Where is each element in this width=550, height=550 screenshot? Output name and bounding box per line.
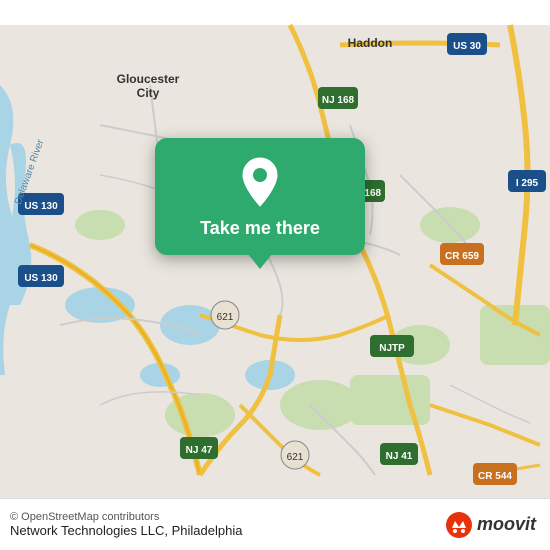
svg-text:CR 659: CR 659: [445, 251, 479, 262]
location-pin-icon: [238, 156, 282, 208]
svg-text:US 130: US 130: [24, 273, 58, 284]
moovit-brand-icon: [445, 511, 473, 539]
svg-text:621: 621: [287, 452, 304, 463]
svg-text:US 30: US 30: [453, 41, 481, 52]
location-icon-wrapper: [234, 156, 286, 208]
svg-text:CR 544: CR 544: [478, 471, 512, 482]
copyright-text: © OpenStreetMap contributors: [10, 511, 242, 523]
svg-text:US 130: US 130: [24, 201, 58, 212]
map-container: US 30 NJ 168 NJ 168 US 130 US 130 I 295 …: [0, 0, 550, 550]
map-svg: US 30 NJ 168 NJ 168 US 130 US 130 I 295 …: [0, 0, 550, 550]
moovit-brand-text: moovit: [477, 514, 536, 535]
svg-text:Haddon: Haddon: [348, 36, 393, 50]
popup-card[interactable]: Take me there: [155, 138, 365, 255]
bottom-left: © OpenStreetMap contributors Network Tec…: [10, 511, 242, 538]
take-me-there-button[interactable]: Take me there: [200, 218, 320, 239]
svg-text:I 295: I 295: [516, 178, 539, 189]
svg-text:621: 621: [217, 312, 234, 323]
svg-text:NJ 168: NJ 168: [322, 95, 355, 106]
svg-text:NJ 47: NJ 47: [186, 445, 213, 456]
svg-text:NJ 41: NJ 41: [386, 451, 413, 462]
location-name: Network Technologies LLC, Philadelphia: [10, 523, 242, 538]
bottom-bar: © OpenStreetMap contributors Network Tec…: [0, 498, 550, 550]
svg-text:City: City: [137, 86, 160, 100]
svg-text:NJTP: NJTP: [379, 343, 405, 354]
svg-text:Gloucester: Gloucester: [117, 72, 180, 86]
moovit-logo: moovit: [445, 511, 536, 539]
